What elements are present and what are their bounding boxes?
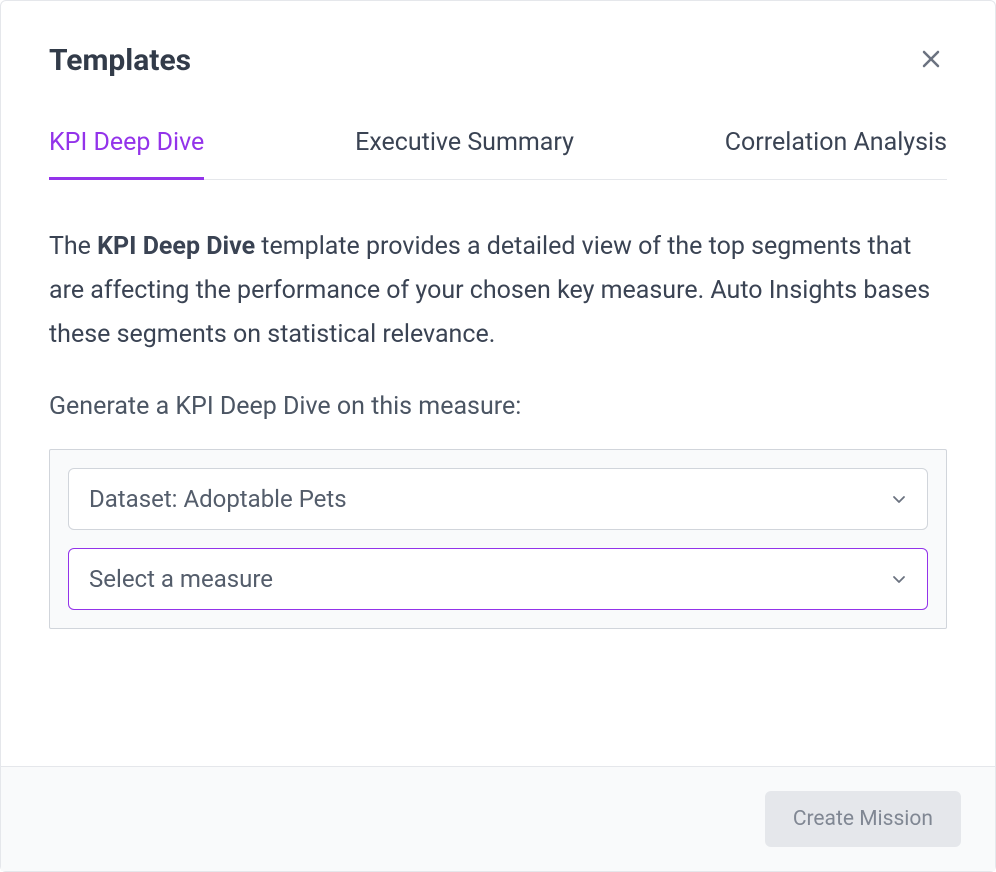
dataset-select-value: Dataset: Adoptable Pets [89, 485, 347, 513]
tab-bar: KPI Deep Dive Executive Summary Correlat… [49, 128, 947, 180]
measure-select[interactable]: Select a measure [68, 548, 928, 610]
description-bold: KPI Deep Dive [97, 232, 255, 261]
tab-kpi-deep-dive[interactable]: KPI Deep Dive [49, 128, 204, 179]
tab-correlation-analysis[interactable]: Correlation Analysis [725, 128, 947, 179]
create-mission-button[interactable]: Create Mission [765, 791, 961, 847]
close-icon [919, 47, 943, 74]
tab-executive-summary[interactable]: Executive Summary [355, 128, 574, 179]
modal-body: The KPI Deep Dive template provides a de… [1, 180, 995, 766]
close-button[interactable] [915, 43, 947, 78]
chevron-down-icon [891, 491, 907, 507]
dataset-select[interactable]: Dataset: Adoptable Pets [68, 468, 928, 530]
prompt-label: Generate a KPI Deep Dive on this measure… [49, 392, 947, 421]
chevron-down-icon [891, 571, 907, 587]
modal-title: Templates [49, 43, 191, 78]
templates-modal: Templates KPI Deep Dive Executive Summar… [0, 0, 996, 872]
measure-select-value: Select a measure [89, 565, 273, 593]
template-description: The KPI Deep Dive template provides a de… [49, 225, 947, 356]
modal-header: Templates [1, 1, 995, 78]
description-prefix: The [49, 232, 97, 261]
selector-panel: Dataset: Adoptable Pets Select a measure [49, 449, 947, 629]
modal-footer: Create Mission [1, 766, 995, 871]
